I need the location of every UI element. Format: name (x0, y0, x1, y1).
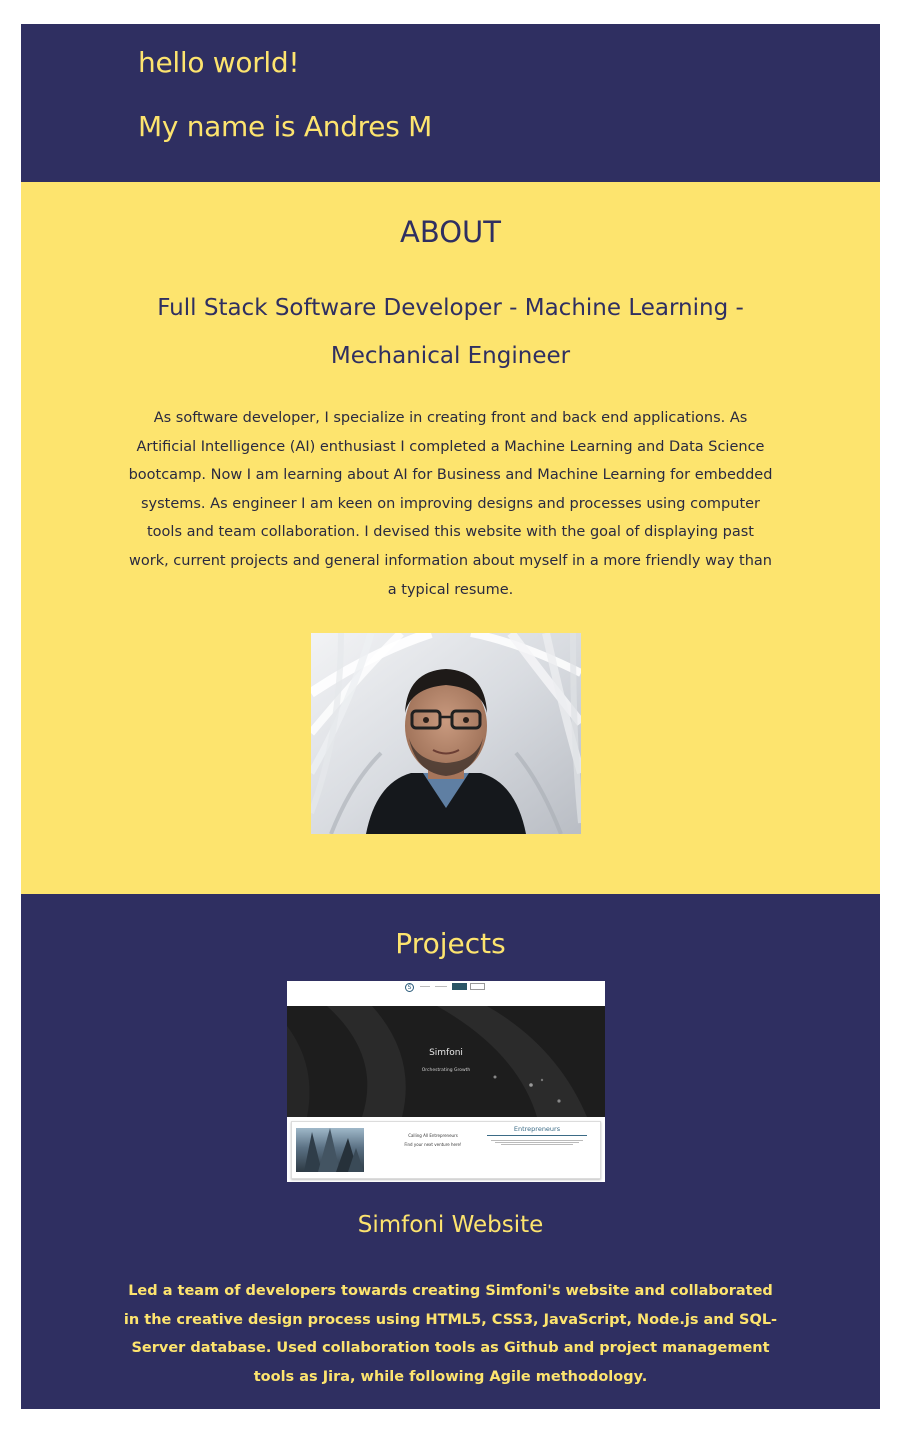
project-name: Simfoni Website (357, 1212, 544, 1238)
simfoni-logo-icon: S (405, 983, 414, 992)
screenshot-nav-button-outline (470, 983, 485, 990)
about-title: ABOUT (400, 215, 501, 249)
screenshot-nav: S (287, 981, 605, 1006)
project-screenshot[interactable]: S Simfoni Orchestrating Growth Calling A… (287, 981, 605, 1182)
screenshot-nav-button (452, 983, 467, 990)
header-greeting: hello world! (138, 46, 300, 79)
screenshot-content-card: Calling All Entrepreneurs Find your next… (291, 1121, 601, 1179)
projects-section: Projects S Simfoni Orchestrating Growth … (21, 894, 880, 1409)
screenshot-hero-background (287, 1006, 605, 1117)
screenshot-section-title: Entrepreneurs (513, 1125, 561, 1133)
about-role: Full Stack Software Developer - Machine … (157, 295, 744, 369)
project-description: Led a team of developers towards creatin… (123, 1283, 778, 1385)
screenshot-call-line1: Calling All Entrepreneurs (408, 1133, 458, 1138)
header: hello world! My name is Andres M (21, 24, 880, 182)
screenshot-call-text: Calling All Entrepreneurs Find your next… (392, 1131, 474, 1149)
header-name: My name is Andres M (138, 110, 432, 143)
profile-photo-illustration (311, 633, 581, 834)
screenshot-city-image (296, 1128, 364, 1172)
projects-title: Projects (395, 927, 506, 960)
screenshot-divider (487, 1135, 587, 1136)
about-section: ABOUT Full Stack Software Developer - Ma… (21, 182, 880, 894)
screenshot-site-name: Simfoni (429, 1048, 463, 1058)
screenshot-hero: Simfoni Orchestrating Growth (287, 1006, 605, 1117)
screenshot-section-text (487, 1139, 587, 1146)
profile-photo (311, 633, 581, 834)
city-buildings-illustration (304, 1128, 364, 1172)
screenshot-tagline: Orchestrating Growth (421, 1068, 471, 1073)
screenshot-call-line2: Find your next venture here! (404, 1142, 462, 1147)
screenshot-nav-link (435, 986, 447, 987)
screenshot-nav-link (420, 986, 430, 987)
page: hello world! My name is Andres M ABOUT F… (21, 24, 880, 1409)
about-bio: As software developer, I specialize in c… (128, 410, 773, 598)
